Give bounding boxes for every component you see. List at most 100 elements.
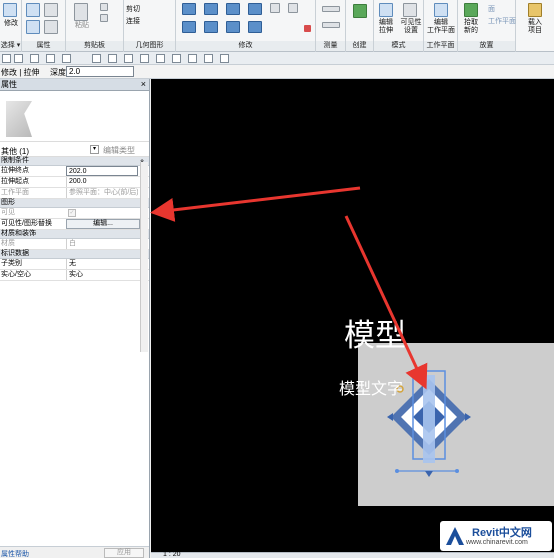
paste-icon[interactable]	[74, 3, 88, 21]
group-label-measure: 测量	[316, 41, 345, 51]
family-category-icon[interactable]	[44, 20, 58, 34]
type-preview-image	[6, 101, 32, 137]
type-properties-icon[interactable]	[44, 3, 58, 17]
ribbon-group-geometry: 剪切 连接 几何图形	[124, 0, 176, 52]
trim-icon[interactable]	[248, 21, 262, 33]
apply-button[interactable]: 应用	[104, 548, 144, 558]
type-selector[interactable]: 其他 (1) ▾ 编辑类型	[0, 141, 149, 157]
subcategory-value[interactable]: 无	[66, 259, 138, 269]
cut-icon[interactable]	[100, 3, 108, 11]
align-icon[interactable]	[182, 3, 196, 15]
thin-lines-icon[interactable]	[172, 54, 181, 63]
ribbon-group-modify: 修改	[176, 0, 316, 52]
pick-new-host-icon[interactable]	[464, 3, 478, 17]
paste-button[interactable]: 粘贴	[68, 22, 96, 30]
edit-extrusion-icon[interactable]	[379, 3, 393, 17]
depth-input[interactable]: 2.0	[66, 66, 134, 77]
delete-icon[interactable]	[304, 25, 311, 32]
group-label-select[interactable]: 选择	[0, 41, 21, 51]
ribbon: 修改 选择 属性 粘贴 剪贴板 剪切 连接 几何图形 修改 测量	[0, 0, 554, 52]
context-label: 修改 | 拉伸	[1, 68, 40, 77]
property-row: 可见性/图形替换 编辑...	[0, 219, 149, 230]
model-text-large[interactable]: 模型	[344, 310, 406, 355]
dimension-icon[interactable]	[322, 22, 340, 28]
pick-new-host-button[interactable]: 拾取 新的	[458, 19, 484, 35]
properties-icon[interactable]	[26, 3, 40, 17]
open-icon[interactable]	[2, 54, 11, 63]
watermark-url: www.chinarevit.com	[466, 539, 528, 546]
modify-cursor-icon[interactable]	[3, 3, 17, 17]
property-row: 拉伸起点 200.0	[0, 177, 149, 188]
property-label: 拉伸终点	[1, 167, 29, 174]
edit-extrusion-button[interactable]: 编辑 拉伸	[375, 19, 397, 35]
place-on-workplane-button[interactable]: 工作平面	[488, 18, 516, 26]
split-icon[interactable]	[270, 3, 280, 13]
copy-icon[interactable]	[100, 14, 108, 22]
visibility-settings-button[interactable]: 可见性 设置	[398, 19, 424, 35]
edit-type-button[interactable]: 编辑类型	[103, 145, 135, 156]
view-control-bar: 1 : 20	[151, 551, 554, 558]
property-row: 工作平面 参照平面：中心(前/后)	[0, 188, 149, 199]
customize-qat-icon[interactable]	[220, 54, 229, 63]
3d-view-icon[interactable]	[140, 54, 149, 63]
edit-workplane-icon[interactable]	[434, 3, 448, 17]
visible-checkbox[interactable]: ✓	[68, 209, 76, 217]
family-types-icon[interactable]	[26, 20, 40, 34]
group-label-place: 放置	[458, 41, 515, 51]
load-into-project-icon[interactable]	[528, 3, 542, 17]
model-text-small[interactable]: 模型文字	[339, 375, 403, 399]
cut-button[interactable]: 剪切	[126, 6, 174, 14]
depth-label: 深度	[50, 68, 66, 77]
create-group-icon[interactable]	[353, 4, 367, 18]
close-hidden-windows-icon[interactable]	[188, 54, 197, 63]
section-identity[interactable]: 标识数据	[0, 250, 149, 259]
mirror-axis-icon[interactable]	[226, 3, 240, 15]
array-icon[interactable]	[288, 3, 298, 13]
visibility-override-edit-button[interactable]: 编辑...	[66, 219, 140, 229]
type-preview	[0, 91, 149, 141]
copy-element-icon[interactable]	[204, 21, 218, 33]
join-button[interactable]: 连接	[126, 18, 174, 26]
properties-help-link[interactable]: 属性帮助	[1, 549, 29, 558]
property-label: 材质	[1, 240, 15, 247]
text-quick-icon[interactable]	[124, 54, 133, 63]
ribbon-group-select: 修改 选择	[0, 0, 22, 52]
properties-footer: 属性帮助 应用	[0, 546, 149, 558]
material-value[interactable]: 白	[66, 239, 138, 249]
section-icon[interactable]	[156, 54, 165, 63]
switch-windows-icon[interactable]	[204, 54, 213, 63]
group-label-geometry: 几何图形	[124, 41, 175, 51]
offset-icon[interactable]	[204, 3, 218, 15]
close-icon[interactable]: ×	[141, 79, 146, 90]
dimension-quick-icon[interactable]	[108, 54, 117, 63]
extrusion-end-input[interactable]: 202.0	[66, 166, 138, 176]
view-scale[interactable]: 1 : 20	[163, 551, 181, 558]
section-materials[interactable]: 材质和装饰	[0, 230, 149, 239]
section-graphics[interactable]: 图形	[0, 199, 149, 208]
visibility-settings-icon[interactable]	[403, 3, 417, 17]
measure-icon[interactable]	[322, 6, 340, 12]
edit-workplane-button[interactable]: 编辑 工作平面	[424, 19, 458, 35]
mirror-draw-icon[interactable]	[248, 3, 262, 15]
solid-void-value[interactable]: 实心	[66, 270, 138, 280]
ribbon-group-clipboard: 粘贴 剪贴板	[66, 0, 124, 52]
group-label-create: 创建	[346, 41, 373, 51]
modify-button[interactable]: 修改	[0, 20, 22, 28]
ribbon-group-mode: 编辑 拉伸 可见性 设置 模式	[374, 0, 424, 52]
ribbon-group-create: 创建	[346, 0, 374, 52]
place-on-face-button[interactable]: 面	[488, 6, 514, 14]
move-icon[interactable]	[182, 21, 196, 33]
measure-quick-icon[interactable]	[92, 54, 101, 63]
redo-icon[interactable]	[46, 54, 55, 63]
chevron-down-icon[interactable]: ▾	[90, 145, 99, 154]
properties-scrollbar[interactable]	[140, 162, 148, 352]
save-icon[interactable]	[14, 54, 23, 63]
print-icon[interactable]	[62, 54, 71, 63]
section-constraints[interactable]: 限制条件	[0, 157, 149, 166]
load-into-project-button[interactable]: 载入 项目	[518, 19, 552, 35]
extrusion-start-value[interactable]: 200.0	[66, 177, 138, 187]
ribbon-group-measure: 测量	[316, 0, 346, 52]
undo-icon[interactable]	[30, 54, 39, 63]
revit-logo-icon	[446, 527, 464, 545]
rotate-icon[interactable]	[226, 21, 240, 33]
